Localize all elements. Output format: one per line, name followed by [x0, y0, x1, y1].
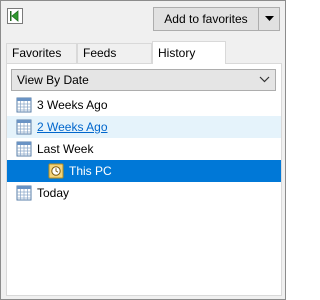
add-to-favorites-button[interactable]: Add to favorites: [154, 8, 259, 30]
caret-down-icon: [264, 16, 274, 21]
view-by-select[interactable]: View By Date: [11, 69, 276, 91]
tab-feeds[interactable]: Feeds: [77, 43, 152, 63]
history-item-last-week[interactable]: Last Week: [7, 138, 281, 160]
pin-favorites-center-button[interactable]: [7, 8, 23, 24]
calendar-icon: [16, 141, 32, 157]
computer-icon: [48, 163, 64, 179]
view-by-select-value: View By Date: [17, 73, 89, 87]
history-item-today[interactable]: Today: [7, 182, 281, 204]
history-item-label: Last Week: [37, 142, 94, 156]
history-item-2-weeks-ago[interactable]: 2 Weeks Ago: [7, 116, 281, 138]
history-tree: 3 Weeks Ago 2 Weeks Ago Last Week This P…: [7, 94, 281, 204]
history-item-label: Today: [37, 186, 70, 200]
calendar-icon: [16, 97, 32, 113]
history-item-this-pc[interactable]: This PC: [7, 160, 281, 182]
history-item-label: This PC: [69, 164, 112, 178]
pin-arrow-icon: [10, 10, 19, 22]
chevron-down-icon: [259, 76, 270, 83]
add-to-favorites-split-button[interactable]: Add to favorites: [153, 7, 280, 31]
tab-favorites[interactable]: Favorites: [6, 43, 77, 63]
add-to-favorites-dropdown[interactable]: [259, 8, 279, 30]
history-item-3-weeks-ago[interactable]: 3 Weeks Ago: [7, 94, 281, 116]
calendar-icon: [16, 185, 32, 201]
tab-strip: Favorites Feeds History: [6, 41, 280, 64]
tab-history[interactable]: History: [152, 41, 226, 64]
history-item-label: 2 Weeks Ago: [37, 120, 108, 134]
history-panel: View By Date 3 Weeks Ago 2 Weeks Ago Las…: [6, 63, 282, 296]
favorites-center-pane: Add to favorites Favorites Feeds History…: [0, 0, 286, 300]
calendar-icon: [16, 119, 32, 135]
history-item-label: 3 Weeks Ago: [37, 98, 108, 112]
